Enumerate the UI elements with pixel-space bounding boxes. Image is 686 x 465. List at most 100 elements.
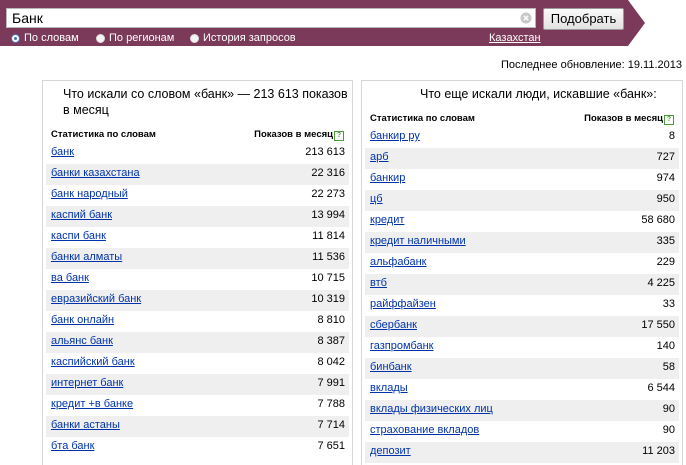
clear-icon[interactable] — [520, 12, 532, 24]
mode-label: История запросов — [203, 32, 296, 44]
keyword-link[interactable]: вклады физических лиц — [370, 403, 493, 415]
impressions-count: 8 387 — [317, 335, 345, 347]
impressions-count: 8 810 — [317, 314, 345, 326]
impressions-count: 58 680 — [641, 214, 675, 226]
table-row: райффайзен 33 — [365, 295, 679, 316]
impressions-count: 22 316 — [311, 167, 345, 179]
keyword-link[interactable]: банкир — [370, 172, 405, 184]
mode-by-words-radio[interactable]: По словам — [11, 32, 79, 44]
keyword-link[interactable]: втб — [370, 277, 387, 289]
help-icon[interactable]: ? — [334, 131, 344, 141]
help-icon[interactable]: ? — [664, 115, 674, 125]
table-row: банк народный 22 273 — [46, 185, 349, 206]
table-row: каспийский банк 8 042 — [46, 353, 349, 374]
impressions-count: 140 — [656, 340, 675, 352]
keyword-link[interactable]: банки алматы — [51, 251, 122, 263]
radio-icon — [190, 33, 199, 43]
keyword-link[interactable]: каспий банк — [51, 209, 112, 221]
keyword-link[interactable]: каспи банк — [51, 230, 106, 242]
table-row: газпромбанк 140 — [365, 337, 679, 358]
keyword-link[interactable]: бинбанк — [370, 361, 412, 373]
keyword-link[interactable]: бта банк — [51, 440, 94, 452]
table-row: банк онлайн 8 810 — [46, 311, 349, 332]
impressions-count: 7 651 — [317, 440, 345, 452]
keyword-link[interactable]: каспийский банк — [51, 356, 135, 368]
left-col-count-label: Показов в месяц — [254, 129, 333, 140]
keyword-link[interactable]: евразийский банк — [51, 293, 141, 305]
search-bar: Подобрать По словам По регионам История … — [0, 0, 686, 46]
table-row: банк 213 613 — [46, 143, 349, 164]
table-row: депозит 11 203 — [365, 442, 679, 463]
keyword-link[interactable]: кредит наличными — [370, 235, 466, 247]
mode-by-regions-radio[interactable]: По регионам — [96, 32, 174, 44]
table-row: банкир ру 8 — [365, 127, 679, 148]
table-row: кредит 58 680 — [365, 211, 679, 232]
table-row: бта банк 7 651 — [46, 437, 349, 458]
impressions-count: 974 — [656, 172, 675, 184]
left-panel: Что искали со словом «банк» — 213 613 по… — [42, 80, 353, 465]
keyword-link[interactable]: интернет банк — [51, 377, 123, 389]
keyword-link[interactable]: ва банк — [51, 272, 89, 284]
keyword-link[interactable]: сбербанк — [370, 319, 417, 331]
keyword-link[interactable]: арб — [370, 151, 389, 163]
table-row: страхование вкладов 90 — [365, 421, 679, 442]
table-row: цб 950 — [365, 190, 679, 211]
right-col-count-header: Показов в месяц? — [584, 113, 674, 125]
mode-label: По словам — [24, 32, 79, 44]
left-panel-title: Что искали со словом «банк» — 213 613 по… — [63, 87, 348, 117]
right-col-count-label: Показов в месяц — [584, 113, 663, 124]
table-row: евразийский банк 10 319 — [46, 290, 349, 311]
search-input[interactable] — [6, 8, 536, 28]
keyword-link[interactable]: страхование вкладов — [370, 424, 479, 436]
impressions-count: 22 273 — [311, 188, 345, 200]
impressions-count: 7 788 — [317, 398, 345, 410]
keyword-link[interactable]: цб — [370, 193, 383, 205]
table-row: банки казахстана 22 316 — [46, 164, 349, 185]
keyword-link[interactable]: банкир ру — [370, 130, 420, 142]
table-row: арб 727 — [365, 148, 679, 169]
right-panel: Что еще искали люди, искавшие «банк»: Ст… — [361, 80, 683, 465]
right-panel-title: Что еще искали люди, искавшие «банк»: — [420, 87, 657, 101]
keyword-link[interactable]: депозит — [370, 445, 411, 457]
keyword-link[interactable]: банки астаны — [51, 419, 120, 431]
impressions-count: 90 — [662, 403, 675, 415]
impressions-count: 7 714 — [317, 419, 345, 431]
left-col-count-header: Показов в месяц? — [254, 129, 344, 141]
impressions-count: 17 550 — [641, 319, 675, 331]
mode-history-radio[interactable]: История запросов — [190, 32, 296, 44]
left-col-keyword-header: Статистика по словам — [51, 129, 156, 140]
impressions-count: 229 — [656, 256, 675, 268]
keyword-link[interactable]: кредит +в банке — [51, 398, 133, 410]
mode-label: По регионам — [109, 32, 175, 44]
keyword-link[interactable]: банк онлайн — [51, 314, 114, 326]
keyword-link[interactable]: банк народный — [51, 188, 128, 200]
table-row: втб 4 225 — [365, 274, 679, 295]
table-row: сбербанк 17 550 — [365, 316, 679, 337]
region-link[interactable]: Казахстан — [489, 32, 541, 44]
radio-selected-icon — [11, 33, 20, 43]
impressions-count: 8 042 — [317, 356, 345, 368]
keyword-link[interactable]: альфабанк — [370, 256, 427, 268]
keyword-link[interactable]: альянс банк — [51, 335, 113, 347]
impressions-count: 8 — [668, 130, 675, 142]
keyword-link[interactable]: райффайзен — [370, 298, 436, 310]
last-update-text: Последнее обновление: 19.11.2013 — [500, 59, 682, 71]
keyword-link[interactable]: вклады — [370, 382, 408, 394]
impressions-count: 11 203 — [642, 445, 675, 457]
keyword-link[interactable]: банк — [51, 146, 74, 158]
table-row: кредит +в банке 7 788 — [46, 395, 349, 416]
table-row: банкир 974 — [365, 169, 679, 190]
keyword-link[interactable]: банки казахстана — [51, 167, 140, 179]
table-row: каспий банк 13 994 — [46, 206, 349, 227]
impressions-count: 213 613 — [305, 146, 345, 158]
table-row: интернет банк 7 991 — [46, 374, 349, 395]
impressions-count: 10 319 — [311, 293, 345, 305]
submit-button[interactable]: Подобрать — [543, 8, 624, 30]
keyword-link[interactable]: газпромбанк — [370, 340, 434, 352]
table-row: банки алматы 11 536 — [46, 248, 349, 269]
impressions-count: 335 — [656, 235, 675, 247]
keyword-link[interactable]: кредит — [370, 214, 404, 226]
table-row: каспи банк 11 814 — [46, 227, 349, 248]
table-row: вклады физических лиц 90 — [365, 400, 679, 421]
table-row: ва банк 10 715 — [46, 269, 349, 290]
